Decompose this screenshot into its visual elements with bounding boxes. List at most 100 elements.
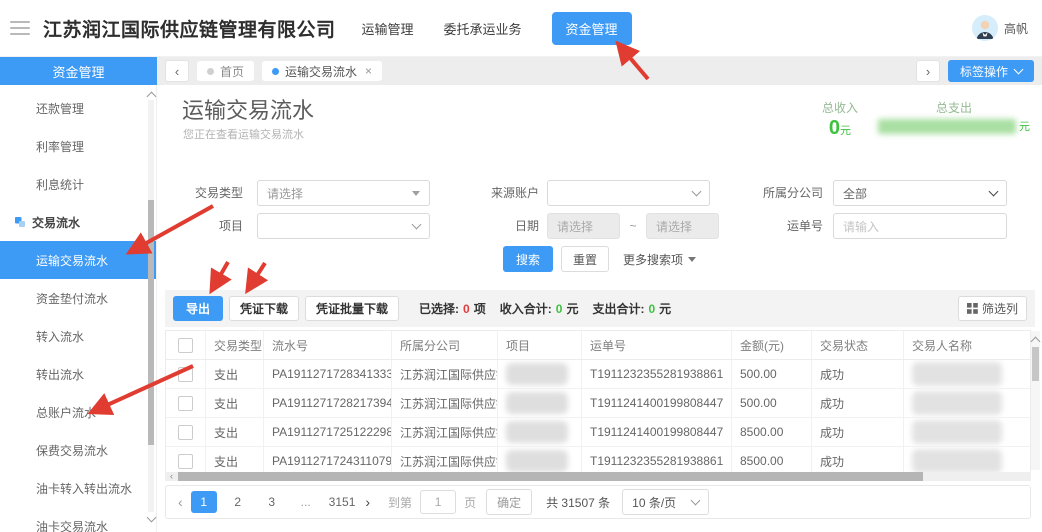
select-all-checkbox[interactable] xyxy=(166,331,206,359)
branch-select[interactable]: 全部 xyxy=(833,180,1007,206)
total-income-value: 0 xyxy=(829,117,840,139)
sidebar-item[interactable]: 运输交易流水 xyxy=(0,241,156,279)
sidebar-item[interactable]: 油卡交易流水 xyxy=(0,507,156,532)
goto-page-label: 到第 xyxy=(388,494,412,511)
sidebar-item[interactable]: 转出流水 xyxy=(0,355,156,393)
chevron-down-icon xyxy=(691,496,701,506)
vertical-scroll-thumb[interactable] xyxy=(1032,347,1039,381)
sidebar-item[interactable]: 还款管理 xyxy=(0,89,156,127)
voucher-batch-download-button[interactable]: 凭证批量下载 xyxy=(305,296,399,321)
more-search-options-button[interactable]: 更多搜索项 xyxy=(623,251,696,268)
tab-label: 运输交易流水 xyxy=(285,63,357,80)
waybill-input[interactable]: 请输入 xyxy=(833,213,1007,239)
sidebar-item[interactable]: 油卡转入转出流水 xyxy=(0,469,156,507)
sidebar-item[interactable]: 利率管理 xyxy=(0,127,156,165)
cell-waybill-number: T1911232355281938861 xyxy=(582,447,732,475)
page-size-select[interactable]: 10 条/页 xyxy=(622,489,709,515)
table-header-row: 交易类型 流水号 所属分公司 项目 运单号 金额(元) 交易状态 交易人名称 xyxy=(166,331,1030,360)
horizontal-scroll-thumb[interactable] xyxy=(178,472,923,481)
page-number-button[interactable]: 3151 xyxy=(327,491,358,513)
filter-columns-label: 筛选列 xyxy=(982,300,1018,317)
sidebar-item[interactable]: 交易流水 xyxy=(0,203,156,241)
filter-columns-button[interactable]: 筛选列 xyxy=(958,296,1027,321)
cell-branch: 江苏润江国际供应链... xyxy=(392,360,498,388)
total-income-label: 总收入 xyxy=(822,99,858,116)
source-account-select[interactable] xyxy=(547,180,710,206)
page-number-button[interactable]: ... xyxy=(293,491,319,513)
reset-button[interactable]: 重置 xyxy=(561,246,609,272)
sidebar-item-label: 利率管理 xyxy=(36,138,84,155)
row-checkbox[interactable] xyxy=(166,418,206,446)
page-number-button[interactable]: 2 xyxy=(225,491,251,513)
goto-confirm-button[interactable]: 确定 xyxy=(486,489,532,515)
page-title: 运输交易流水 xyxy=(182,93,314,125)
search-button[interactable]: 搜索 xyxy=(503,246,553,272)
grid-icon xyxy=(967,303,978,314)
tag-actions-button[interactable]: 标签操作 xyxy=(948,60,1034,82)
sidebar-item-label: 油卡交易流水 xyxy=(36,518,108,532)
page-size-value: 10 条/页 xyxy=(632,494,676,511)
sidebar-item[interactable]: 转入流水 xyxy=(0,317,156,355)
table-horizontal-scrollbar[interactable]: ‹ xyxy=(165,472,1031,481)
total-expense-label: 总支出 xyxy=(936,99,972,116)
page-tab[interactable]: 首页 × xyxy=(197,61,254,81)
row-checkbox[interactable] xyxy=(166,389,206,417)
scroll-left-icon[interactable]: ‹ xyxy=(165,472,178,481)
cell-serial-number: PA1911271728341333564 xyxy=(264,360,392,388)
nav-fund-management[interactable]: 资金管理 xyxy=(552,12,632,45)
tabs-scroll-right-button[interactable]: › xyxy=(916,60,940,82)
redacted-project xyxy=(506,450,568,472)
cell-status: 成功 xyxy=(812,418,904,446)
sidebar-item[interactable]: 保费交易流水 xyxy=(0,431,156,469)
tab-dot-icon xyxy=(207,68,214,75)
date-start-input[interactable]: 请选择 xyxy=(547,213,620,239)
sidebar-title: 资金管理 xyxy=(0,57,157,85)
sidebar-item-label: 转出流水 xyxy=(36,366,84,383)
user-name: 高帆 xyxy=(1004,20,1028,37)
table-vertical-scrollbar[interactable] xyxy=(1031,331,1040,470)
transactions-table: 交易类型 流水号 所属分公司 项目 运单号 金额(元) 交易状态 交易人名称 xyxy=(165,330,1031,476)
user-menu[interactable]: 高帆 xyxy=(972,15,1028,41)
cell-serial-number: PA1911271724311079693 xyxy=(264,447,392,475)
sidebar-item[interactable]: 利息统计 xyxy=(0,165,156,203)
sidebar-scrollbar-thumb[interactable] xyxy=(148,200,154,445)
page-number-button[interactable]: 3 xyxy=(259,491,285,513)
prev-page-button[interactable]: ‹ xyxy=(178,495,183,509)
scroll-up-icon[interactable] xyxy=(1031,337,1041,347)
redacted-expense-value xyxy=(878,119,1016,134)
tabs-scroll-left-button[interactable]: ‹ xyxy=(165,60,189,82)
page-number-button[interactable]: 1 xyxy=(191,491,217,513)
cell-transaction-type: 支出 xyxy=(206,447,264,475)
sidebar-item-label: 保费交易流水 xyxy=(36,442,108,459)
income-total-stat: 收入合计:0元 xyxy=(500,300,579,317)
hamburger-menu-icon[interactable] xyxy=(10,21,30,35)
next-page-button[interactable]: › xyxy=(365,495,370,509)
tab-bar: ‹ 首页 × 运输交易流水 × › 标签操作 xyxy=(157,57,1042,85)
sidebar-item[interactable]: 资金垫付流水 xyxy=(0,279,156,317)
table-row[interactable]: 支出 PA1911271728341333564 江苏润江国际供应链... T1… xyxy=(166,360,1030,389)
date-label: 日期 xyxy=(453,213,539,239)
table-header-cell: 交易状态 xyxy=(812,331,904,359)
table-row[interactable]: 支出 PA1911271725122298026 江苏润江国际供应链... T1… xyxy=(166,418,1030,447)
row-checkbox[interactable] xyxy=(166,360,206,388)
tag-actions-label: 标签操作 xyxy=(960,63,1008,80)
sidebar-item[interactable]: 总账户流水 xyxy=(0,393,156,431)
table-row[interactable]: 支出 PA1911271724311079693 江苏润江国际供应链... T1… xyxy=(166,447,1030,475)
cell-person-name xyxy=(904,418,1030,446)
nav-entrusted-carriage[interactable]: 委托承运业务 xyxy=(444,19,522,38)
page-tab[interactable]: 运输交易流水 × xyxy=(262,61,382,81)
sidebar-item-label: 油卡转入转出流水 xyxy=(36,480,132,497)
cell-status: 成功 xyxy=(812,447,904,475)
nav-transport-management[interactable]: 运输管理 xyxy=(362,19,414,38)
project-select[interactable] xyxy=(257,213,430,239)
sidebar-menu: 还款管理 利率管理 利息统计 xyxy=(0,85,156,532)
tab-close-icon[interactable]: × xyxy=(365,64,372,78)
cell-project xyxy=(498,389,582,417)
goto-page-input[interactable]: 1 xyxy=(420,490,456,514)
transaction-type-select[interactable]: 请选择 xyxy=(257,180,430,206)
export-button[interactable]: 导出 xyxy=(173,296,223,321)
table-row[interactable]: 支出 PA1911271728217394416 江苏润江国际供应链... T1… xyxy=(166,389,1030,418)
transport-transaction-flow-page: 江苏润江国际供应链管理有限公司 运输管理 委托承运业务 资金管理 高帆 资金管理… xyxy=(0,0,1042,532)
voucher-download-button[interactable]: 凭证下载 xyxy=(229,296,299,321)
date-end-input[interactable]: 请选择 xyxy=(646,213,719,239)
